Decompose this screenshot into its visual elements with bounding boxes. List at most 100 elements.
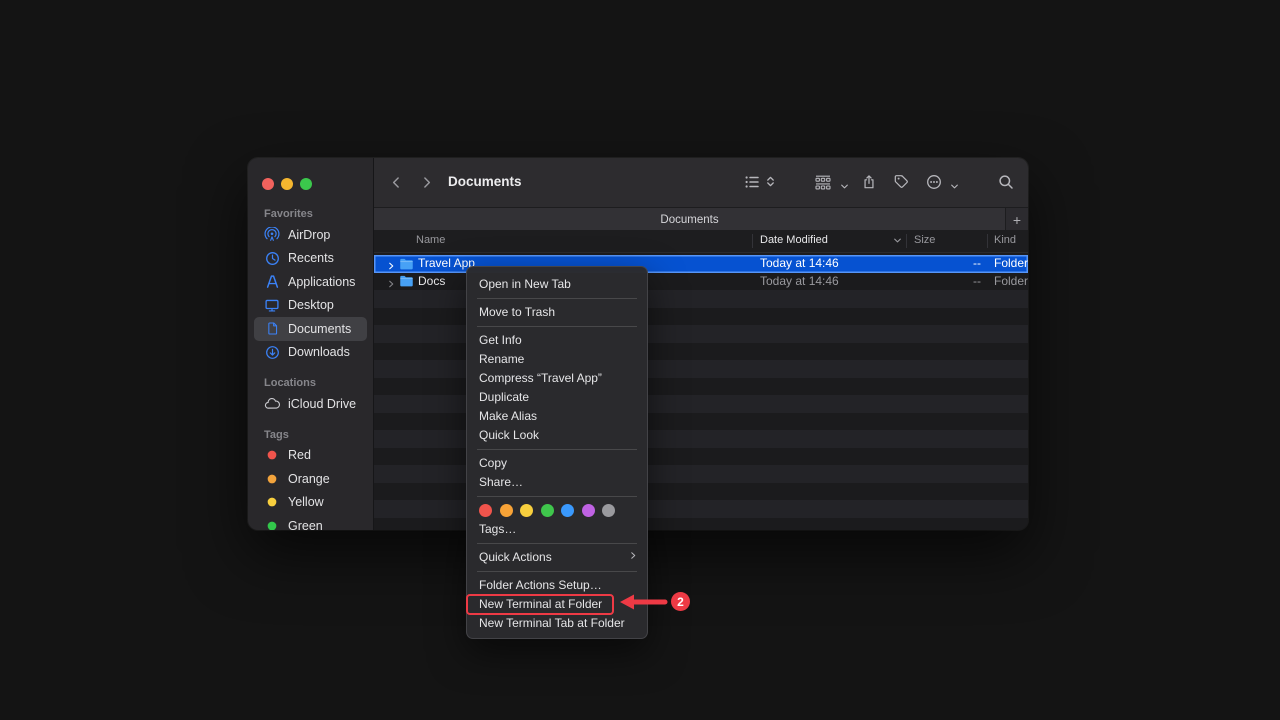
sidebar-item-applications[interactable]: Applications xyxy=(254,270,367,294)
sidebar-item-label: AirDrop xyxy=(288,228,330,242)
column-divider[interactable] xyxy=(987,234,988,248)
minimize-button[interactable] xyxy=(281,178,293,190)
tag-color-dot[interactable] xyxy=(561,504,574,517)
group-by-chevron-icon[interactable] xyxy=(840,178,849,196)
menu-separator xyxy=(477,449,637,450)
forward-button[interactable] xyxy=(420,175,433,195)
menu-item-tags[interactable]: Tags… xyxy=(467,520,647,539)
menu-item-label: Get Info xyxy=(479,331,522,350)
desktop-background: Favorites AirDrop Recents Applications Deskt… xyxy=(0,0,1280,720)
sort-direction-icon[interactable] xyxy=(893,236,902,248)
window-controls xyxy=(262,178,312,190)
menu-item-label: Quick Actions xyxy=(479,548,552,567)
sidebar-item-label: Desktop xyxy=(288,298,334,312)
more-options-icon[interactable] xyxy=(926,174,942,195)
column-header-date-modified[interactable]: Date Modified xyxy=(760,234,828,246)
back-button[interactable] xyxy=(390,175,403,195)
menu-item-label: Tags… xyxy=(479,520,516,539)
more-options-chevron-icon[interactable] xyxy=(950,178,959,196)
search-icon[interactable] xyxy=(998,174,1014,195)
tag-color-dot[interactable] xyxy=(602,504,615,517)
menu-item-label: Folder Actions Setup… xyxy=(479,576,602,595)
menu-item-make-alias[interactable]: Make Alias xyxy=(467,407,647,426)
sidebar-section-label-favorites: Favorites xyxy=(264,208,373,220)
menu-item-copy[interactable]: Copy xyxy=(467,454,647,473)
sidebar-item-green[interactable]: Green xyxy=(254,514,367,530)
sidebar-item-label: Green xyxy=(288,519,323,530)
menu-item-new-terminal-tab-at-folder[interactable]: New Terminal Tab at Folder xyxy=(467,614,647,633)
sidebar-item-label: Yellow xyxy=(288,495,324,509)
view-list-icon[interactable] xyxy=(744,174,760,195)
airdrop-icon xyxy=(263,227,281,242)
applications-icon xyxy=(263,274,281,289)
tab-documents[interactable]: Documents xyxy=(374,208,1005,231)
sidebar-item-airdrop[interactable]: AirDrop xyxy=(254,223,367,247)
menu-tag-colors xyxy=(467,501,647,520)
sidebar-item-downloads[interactable]: Downloads xyxy=(254,341,367,365)
tag-color-dot[interactable] xyxy=(582,504,595,517)
tag-color-dot[interactable] xyxy=(500,504,513,517)
menu-item-get-info[interactable]: Get Info xyxy=(467,331,647,350)
zoom-button[interactable] xyxy=(300,178,312,190)
tag-color-dot[interactable] xyxy=(541,504,554,517)
sidebar-item-recents[interactable]: Recents xyxy=(254,247,367,271)
sidebar: Favorites AirDrop Recents Applications Deskt… xyxy=(248,158,374,530)
sidebar-item-documents[interactable]: Documents xyxy=(254,317,367,341)
menu-item-label: Move to Trash xyxy=(479,303,555,322)
column-header-kind[interactable]: Kind xyxy=(994,234,1016,246)
menu-item-label: Duplicate xyxy=(479,388,529,407)
menu-item-quick-look[interactable]: Quick Look xyxy=(467,426,647,445)
menu-item-rename[interactable]: Rename xyxy=(467,350,647,369)
download-icon xyxy=(263,345,281,360)
menu-item-duplicate[interactable]: Duplicate xyxy=(467,388,647,407)
column-header-name[interactable]: Name xyxy=(416,234,445,246)
tag-color-dot[interactable] xyxy=(479,504,492,517)
tag-color-dot[interactable] xyxy=(520,504,533,517)
menu-separator xyxy=(477,571,637,572)
dot-icon xyxy=(263,449,281,461)
file-size: -- xyxy=(904,255,981,273)
dot-icon xyxy=(263,473,281,485)
sort-toggle-icon[interactable] xyxy=(765,175,776,193)
menu-item-move-to-trash[interactable]: Move to Trash xyxy=(467,303,647,322)
share-icon[interactable] xyxy=(862,174,876,195)
menu-item-label: New Terminal at Folder xyxy=(479,595,602,614)
menu-separator xyxy=(477,496,637,497)
file-date-modified: Today at 14:46 xyxy=(760,273,839,291)
file-date-modified: Today at 14:46 xyxy=(760,255,839,273)
column-divider[interactable] xyxy=(752,234,753,248)
tag-icon[interactable] xyxy=(894,174,909,194)
document-icon xyxy=(263,321,281,336)
dot-icon xyxy=(263,496,281,508)
menu-item-quick-actions[interactable]: Quick Actions xyxy=(467,548,647,567)
close-button[interactable] xyxy=(262,178,274,190)
menu-item-label: Quick Look xyxy=(479,426,539,445)
menu-item-label: Copy xyxy=(479,454,507,473)
column-divider[interactable] xyxy=(906,234,907,248)
sidebar-item-label: Applications xyxy=(288,275,355,289)
menu-separator xyxy=(477,543,637,544)
file-kind: Folder xyxy=(994,255,1028,273)
submenu-chevron-icon xyxy=(629,548,637,567)
menu-item-label: Rename xyxy=(479,350,524,369)
menu-item-label: Share… xyxy=(479,473,523,492)
dot-icon xyxy=(263,520,281,530)
sidebar-section-label-locations: Locations xyxy=(264,377,373,389)
menu-item-share[interactable]: Share… xyxy=(467,473,647,492)
menu-item-compress-travel-app[interactable]: Compress “Travel App” xyxy=(467,369,647,388)
new-tab-button[interactable]: + xyxy=(1005,208,1028,231)
sidebar-item-orange[interactable]: Orange xyxy=(254,467,367,491)
window-title: Documents xyxy=(448,174,522,189)
sidebar-item-desktop[interactable]: Desktop xyxy=(254,294,367,318)
group-by-icon[interactable] xyxy=(814,174,832,195)
column-header-size[interactable]: Size xyxy=(914,234,935,246)
tab-bar: Documents + xyxy=(374,207,1028,231)
sidebar-item-label: Orange xyxy=(288,472,330,486)
file-kind: Folder xyxy=(994,273,1028,291)
sidebar-item-icloud-drive[interactable]: iCloud Drive xyxy=(254,392,367,416)
sidebar-item-label: Downloads xyxy=(288,345,350,359)
menu-item-open-in-new-tab[interactable]: Open in New Tab xyxy=(467,275,647,294)
cloud-icon xyxy=(263,397,281,410)
sidebar-item-yellow[interactable]: Yellow xyxy=(254,491,367,515)
sidebar-item-red[interactable]: Red xyxy=(254,444,367,468)
